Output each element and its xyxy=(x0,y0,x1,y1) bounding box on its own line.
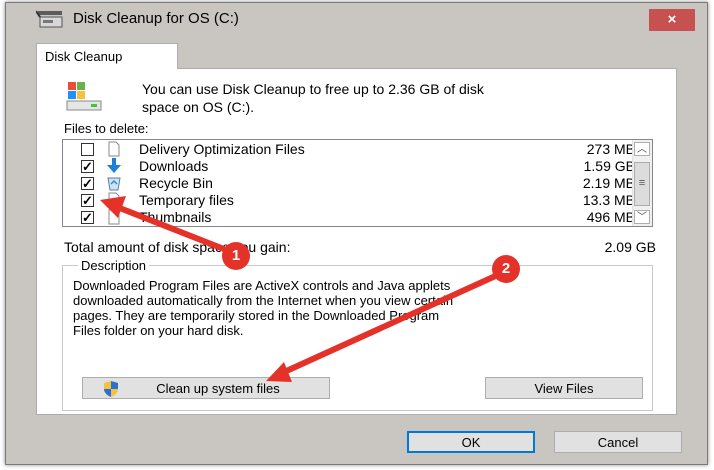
checkbox[interactable]: ✓ xyxy=(81,160,94,173)
file-icon xyxy=(106,209,122,225)
tab-panel: You can use Disk Cleanup to free up to 2… xyxy=(36,68,677,415)
scroll-down-icon[interactable]: ﹀ xyxy=(634,210,650,224)
file-size: 496 MB xyxy=(586,209,635,225)
checkbox[interactable] xyxy=(81,143,94,156)
description-line: pages. They are temporarily stored in th… xyxy=(73,308,440,323)
file-size: 273 MB xyxy=(586,141,635,157)
window-title: Disk Cleanup for OS (C:) xyxy=(73,10,239,27)
list-item[interactable]: Delivery Optimization Files 273 MB xyxy=(63,141,635,158)
list-scrollbar[interactable]: ︿ ≡ ﹀ xyxy=(632,140,652,226)
file-size: 1.59 GB xyxy=(583,158,635,174)
file-icon xyxy=(106,192,122,208)
description-group: Description Downloaded Program Files are… xyxy=(62,258,653,411)
annotation-marker-2-label: 2 xyxy=(501,260,511,277)
description-label: Description xyxy=(78,258,150,273)
total-label: Total amount of disk space you gain: xyxy=(64,239,291,255)
file-name: Temporary files xyxy=(139,192,234,208)
files-to-delete-label: Files to delete: xyxy=(64,121,149,136)
clean-up-system-files-button[interactable]: Clean up system files xyxy=(82,377,330,399)
checkbox[interactable]: ✓ xyxy=(81,211,94,224)
ok-button[interactable]: OK xyxy=(407,431,535,453)
annotation-marker-1-label: 1 xyxy=(231,247,241,264)
list-item[interactable]: ✓ Recycle Bin 2.19 MB xyxy=(63,175,635,192)
file-icon xyxy=(106,141,122,157)
files-list[interactable]: Delivery Optimization Files 273 MB ✓ Dow… xyxy=(62,139,653,227)
description-line: Files folder on your hard disk. xyxy=(73,323,244,338)
cancel-button[interactable]: Cancel xyxy=(554,431,682,453)
close-button[interactable]: × xyxy=(649,9,695,31)
scroll-up-icon[interactable]: ︿ xyxy=(634,142,650,156)
description-line: downloaded automatically from the Intern… xyxy=(73,293,454,308)
file-name: Downloads xyxy=(139,158,209,174)
clean-up-button-label: Clean up system files xyxy=(156,381,280,396)
file-name: Delivery Optimization Files xyxy=(139,141,305,157)
download-icon xyxy=(106,158,122,174)
total-value: 2.09 GB xyxy=(604,239,656,255)
tab-disk-cleanup[interactable]: Disk Cleanup xyxy=(36,43,178,69)
file-size: 13.3 MB xyxy=(582,192,635,208)
header-text-line2: space on OS (C:). xyxy=(142,99,255,115)
recycle-bin-icon xyxy=(106,175,122,191)
description-text: Downloaded Program Files are ActiveX con… xyxy=(73,278,643,338)
shield-icon xyxy=(102,380,120,405)
description-line: Downloaded Program Files are ActiveX con… xyxy=(73,278,451,293)
list-item[interactable]: ✓ Temporary files 13.3 MB xyxy=(63,192,635,209)
list-item[interactable]: ✓ Thumbnails 496 MB xyxy=(63,209,635,226)
view-files-button[interactable]: View Files xyxy=(485,377,643,399)
checkbox[interactable]: ✓ xyxy=(81,177,94,190)
checkbox[interactable]: ✓ xyxy=(81,194,94,207)
disk-cleanup-icon xyxy=(35,9,64,34)
file-size: 2.19 MB xyxy=(582,175,635,191)
file-name: Thumbnails xyxy=(139,209,212,225)
title-bar[interactable]: Disk Cleanup for OS (C:) × xyxy=(6,3,707,34)
scroll-thumb[interactable]: ≡ xyxy=(634,162,650,206)
windows-drive-icon xyxy=(65,79,105,118)
list-item[interactable]: ✓ Downloads 1.59 GB xyxy=(63,158,635,175)
disk-cleanup-window: Disk Cleanup for OS (C:) × Disk Cleanup … xyxy=(5,2,708,465)
file-name: Recycle Bin xyxy=(139,175,213,191)
header-text-line1: You can use Disk Cleanup to free up to 2… xyxy=(142,81,484,97)
